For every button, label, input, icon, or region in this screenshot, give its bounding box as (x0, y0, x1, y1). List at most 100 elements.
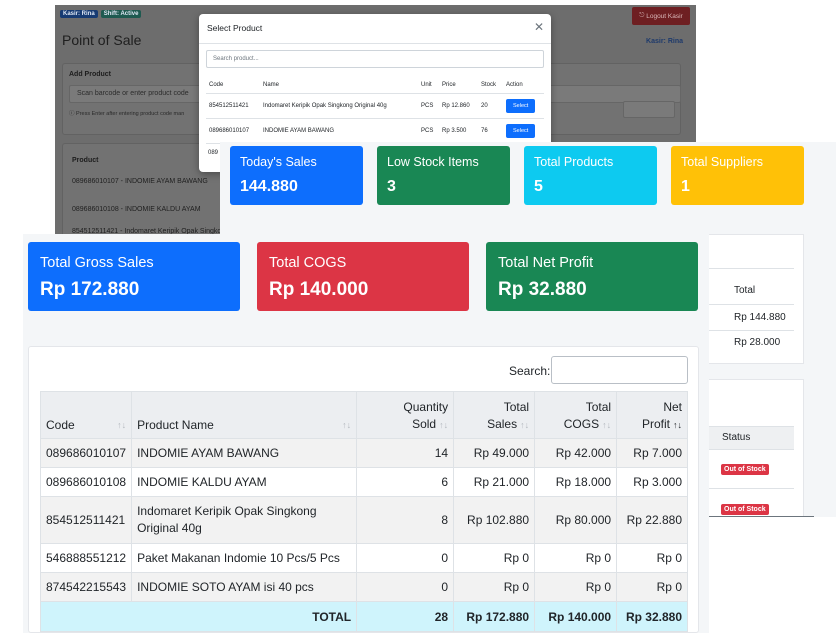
cell-price: Rp 3.500 (439, 118, 478, 144)
kasir-name: Kasir: Rina (646, 38, 683, 45)
cell-code: 089686010108 (39, 467, 133, 497)
col-action: Action (503, 77, 544, 94)
stat-title: Total Products (534, 155, 614, 169)
cell-qty: 14 (356, 438, 455, 468)
col-stock: Stock (478, 77, 503, 94)
stat-title: Low Stock Items (387, 155, 479, 169)
cell-unit: PCS (418, 118, 439, 144)
profit-report-screen: Total Gross Sales Rp 172.880 Total COGS … (23, 234, 709, 633)
col-header-net-profit[interactable]: Net Profit ↑↓ (616, 391, 688, 439)
cell-profit: Rp 0 (616, 572, 688, 602)
card-total-gross-sales: Total Gross Sales Rp 172.880 (28, 242, 240, 311)
close-icon[interactable]: ✕ (534, 20, 544, 34)
table-row: 089686010108 INDOMIE KALDU AYAM 6 Rp 21.… (39, 467, 688, 497)
product-search-input[interactable]: Search product... (206, 50, 544, 68)
cell-sales: Rp 102.880 (453, 496, 536, 544)
table-total-row: TOTAL 28 Rp 172.880 Rp 140.000 Rp 32.880 (39, 601, 688, 632)
cell-stock: 20 (478, 93, 503, 119)
search-label: Search: (509, 364, 551, 378)
col-header-quantity-sold[interactable]: Quantity Sold ↑↓ (356, 391, 455, 439)
cut-row-code: 089 (208, 150, 219, 156)
cell-code: 089686010107 (206, 118, 260, 144)
modal-header: Select Product ✕ (199, 14, 551, 44)
stat-value: 144.880 (240, 178, 298, 195)
search-input[interactable] (551, 356, 688, 384)
logout-button[interactable]: ⎋ Logout Kasir (632, 7, 690, 25)
cell-name: Indomaret Keripik Opak Singkong Original… (131, 496, 358, 544)
cell-qty: 0 (356, 572, 455, 602)
stat-card-today-sales: Today's Sales 144.880 (230, 146, 363, 205)
pos-badges: Kasir: Rina Shift: Active (60, 10, 142, 18)
cell-code: 854512511421 (39, 496, 133, 544)
col-header-total-cogs[interactable]: Total COGS ↑↓ (534, 391, 618, 439)
stat-value: 5 (534, 178, 543, 195)
cell-name: Paket Makanan Indomie 10 Pcs/5 Pcs (131, 543, 358, 573)
card-total-net-profit: Total Net Profit Rp 32.880 (486, 242, 698, 311)
table-row: 089686010107 INDOMIE AYAM BAWANG 14 Rp 4… (39, 438, 688, 468)
cell-profit: Rp 7.000 (616, 438, 688, 468)
total-profit: Rp 32.880 (616, 601, 688, 632)
select-button[interactable]: Select (506, 98, 536, 113)
total-cogs: Rp 140.000 (534, 601, 618, 632)
sort-icon: ↑↓ (342, 420, 352, 430)
report-table-card: Search: Code ↑↓ Product Name ↑↓ Quantity So… (28, 346, 699, 633)
col-name: Name (260, 77, 418, 94)
cell-name: INDOMIE KALDU AYAM (131, 467, 358, 497)
total-sales: Rp 172.880 (453, 601, 536, 632)
add-button[interactable] (623, 101, 675, 118)
col-header-code[interactable]: Code ↑↓ (39, 391, 133, 439)
card-value: Rp 32.880 (498, 279, 587, 300)
stat-value: 1 (681, 178, 690, 195)
col-code: Code (206, 77, 260, 94)
cell-code: 854512511421 (206, 93, 260, 119)
card-title: Total Gross Sales (40, 255, 154, 271)
cart-header-product: Product (72, 157, 99, 164)
cell-unit: PCS (418, 93, 439, 119)
table-row: 546888551212 Paket Makanan Indomie 10 Pc… (39, 543, 688, 573)
card-value: Rp 172.880 (40, 279, 140, 300)
sort-icon: ↑↓ (520, 420, 530, 430)
stat-title: Total Suppliers (681, 155, 763, 169)
sort-icon: ↑↓ (602, 420, 612, 430)
logout-icon: ⎋ (639, 12, 647, 19)
status-badge: Out of Stock (721, 464, 769, 475)
shift-badge: Shift: Active (100, 10, 142, 18)
select-button[interactable]: Select (506, 123, 536, 138)
card-total-cogs: Total COGS Rp 140.000 (257, 242, 469, 311)
sort-icon: ↑↓ (439, 420, 449, 430)
stat-card-total-suppliers: Total Suppliers 1 (671, 146, 804, 205)
status-badge: Out of Stock (721, 504, 769, 515)
col-header-total-sales[interactable]: Total Sales ↑↓ (453, 391, 536, 439)
cart-row: 089686010107 - INDOMIE AYAM BAWANG (72, 178, 208, 185)
pos-title: Point of Sale (62, 32, 142, 48)
card-title: Total COGS (269, 255, 347, 271)
cell-profit: Rp 22.880 (616, 496, 688, 544)
cell-profit: Rp 0 (616, 543, 688, 573)
col-header-product-name[interactable]: Product Name ↑↓ (131, 391, 358, 439)
cell-name: INDOMIE AYAM BAWANG (260, 118, 418, 144)
cell-price: Rp 12.860 (439, 93, 478, 119)
total-cell: Rp 28.000 (734, 337, 781, 348)
table-row: 089686010107 INDOMIE AYAM BAWANG PCS Rp … (206, 118, 544, 144)
stat-value: 3 (387, 178, 396, 195)
cell-qty: 6 (356, 467, 455, 497)
cell-stock: 76 (478, 118, 503, 144)
cell-cogs: Rp 18.000 (534, 467, 618, 497)
stat-card-total-products: Total Products 5 (524, 146, 657, 205)
product-select-table: Code Name Unit Price Stock Action 854512… (206, 77, 544, 144)
add-product-label: Add Product (69, 71, 111, 78)
sort-icon: ↑↓ (117, 420, 127, 430)
cell-sales: Rp 0 (453, 543, 536, 573)
barcode-hint: ⓘ Press Enter after entering product cod… (69, 111, 185, 117)
cell-profit: Rp 3.000 (616, 467, 688, 497)
cell-qty: 0 (356, 543, 455, 573)
table-row: 854512511421 Indomaret Keripik Opak Sing… (206, 93, 544, 119)
cell-code: 089686010107 (39, 438, 133, 468)
cell-name: INDOMIE SOTO AYAM isi 40 pcs (131, 572, 358, 602)
col-price: Price (439, 77, 478, 94)
cell-cogs: Rp 42.000 (534, 438, 618, 468)
total-header: Total (734, 285, 756, 296)
table-row: 874542215543 INDOMIE SOTO AYAM isi 40 pc… (39, 572, 688, 602)
total-label: TOTAL (39, 601, 358, 632)
cell-sales: Rp 21.000 (453, 467, 536, 497)
